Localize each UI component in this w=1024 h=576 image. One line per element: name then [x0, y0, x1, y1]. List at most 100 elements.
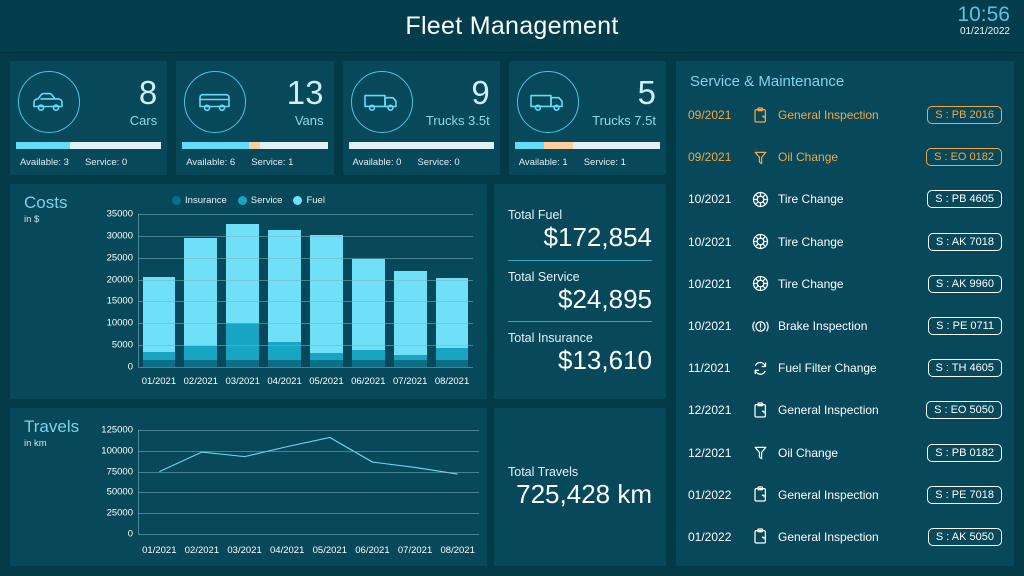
vehicle-plate-badge[interactable]: S : AK 5050: [928, 528, 1002, 546]
fuel-filter-icon: [750, 360, 770, 377]
travels-panel: Travels in km 02500050000750001000001250…: [10, 408, 666, 566]
legend-item[interactable]: Service: [238, 195, 283, 206]
total-label: Total Service: [508, 270, 652, 284]
vehicle-plate-badge[interactable]: S : PB 2016: [927, 106, 1002, 124]
kpi-footer: Available: 6 Service: 1: [176, 149, 333, 175]
kpi-card[interactable]: 8 Cars Available: 3 Service: 0: [10, 61, 167, 175]
kpi-card[interactable]: 5 Trucks 7.5t Available: 1 Service: 1: [509, 61, 666, 175]
service-list-item[interactable]: 12/2021 General Inspection S : EO 5050: [688, 389, 1002, 431]
vehicle-plate-badge[interactable]: S : EO 5050: [926, 401, 1002, 419]
service-list-item[interactable]: 10/2021 Tire Change S : AK 7018: [688, 221, 1002, 263]
vehicle-plate-badge[interactable]: S : AK 7018: [928, 233, 1002, 251]
bar-segment-fuel: [268, 230, 301, 342]
kpi-available-label: Available: 0: [353, 157, 402, 168]
vehicle-plate-badge[interactable]: S : PB 0182: [927, 444, 1002, 462]
bar-segment-fuel: [143, 277, 176, 353]
legend-label: Fuel: [306, 195, 324, 206]
total-value: $13,610: [508, 346, 652, 375]
x-axis-tick-label: 08/2021: [436, 545, 479, 556]
vehicle-plate-badge[interactable]: S : AK 9960: [928, 275, 1002, 293]
kpi-available-label: Available: 6: [186, 157, 235, 168]
travels-totals: Total Travels 725,428 km: [494, 408, 666, 566]
service-list-item[interactable]: 09/2021 Oil Change S : EO 0182: [688, 136, 1002, 178]
kpi-card[interactable]: 9 Trucks 3.5t Available: 0 Service: 0: [343, 61, 500, 175]
bar-segment-insurance: [352, 360, 385, 367]
bar-slot[interactable]: [431, 214, 473, 367]
gridline: [138, 534, 479, 535]
kpi-card-row: 8 Cars Available: 3 Service: 0 13 Vans: [10, 61, 666, 175]
bar-slot[interactable]: [180, 214, 222, 367]
y-axis-tick-label: 50000: [107, 487, 133, 498]
bar-segment-fuel: [394, 271, 427, 355]
travels-subtitle: in km: [24, 438, 79, 449]
legend-item[interactable]: Insurance: [172, 195, 227, 206]
y-axis-tick-label: 75000: [107, 466, 133, 477]
kpi-numbers: 13 Vans: [252, 76, 323, 127]
service-list-item[interactable]: 11/2021 Fuel Filter Change S : TH 4605: [688, 347, 1002, 389]
gridline: [138, 345, 473, 346]
bar-segment-insurance: [394, 360, 427, 367]
costs-chart[interactable]: Costs in $ InsuranceServiceFuel 05000100…: [10, 184, 487, 399]
service-list-item[interactable]: 10/2021 Tire Change S : PB 4605: [688, 178, 1002, 220]
y-axis-tick-label: 25000: [107, 508, 133, 519]
vehicle-plate-badge[interactable]: S : PB 4605: [927, 190, 1002, 208]
kpi-service-label: Service: 0: [85, 157, 127, 168]
legend-item[interactable]: Fuel: [293, 195, 324, 206]
x-axis-tick-label: 02/2021: [181, 545, 224, 556]
stacked-bar: [394, 214, 427, 367]
clipboard-icon: [750, 486, 770, 503]
service-list-item[interactable]: 10/2021 Brake Inspection S : PE 0711: [688, 305, 1002, 347]
page-title: Fleet Management: [405, 12, 618, 41]
service-name: Tire Change: [778, 277, 920, 291]
gridline: [138, 492, 479, 493]
bar-segment-service: [352, 350, 385, 360]
clock-time: 10:56: [957, 4, 1010, 26]
vehicle-plate-badge[interactable]: S : PE 0711: [928, 317, 1002, 335]
total-travels-label: Total Travels: [508, 465, 652, 479]
x-axis-tick-label: 05/2021: [309, 545, 352, 556]
service-list-item[interactable]: 09/2021 General Inspection S : PB 2016: [688, 94, 1002, 136]
bar-slot[interactable]: [306, 214, 348, 367]
x-axis-tick-label: 06/2021: [347, 376, 389, 387]
kpi-card[interactable]: 13 Vans Available: 6 Service: 1: [176, 61, 333, 175]
service-name: Oil Change: [778, 446, 919, 460]
service-name: Fuel Filter Change: [778, 361, 920, 375]
service-list-item[interactable]: 12/2021 Oil Change S : PB 0182: [688, 432, 1002, 474]
total-value: $24,895: [508, 285, 652, 314]
kpi-service-label: Service: 1: [251, 157, 293, 168]
bar-slot[interactable]: [264, 214, 306, 367]
stacked-bar: [226, 214, 259, 367]
bar-slot[interactable]: [138, 214, 180, 367]
gridline: [138, 430, 479, 431]
right-column: Service & Maintenance 09/2021 General In…: [676, 61, 1014, 566]
costs-legend: Insurance Service Fuel: [10, 195, 487, 206]
travels-chart[interactable]: Travels in km 02500050000750001000001250…: [10, 408, 487, 566]
total-block: Total Insurance $13,610: [508, 321, 652, 381]
y-axis-tick-label: 5000: [112, 340, 133, 351]
kpi-main: 8 Cars: [10, 61, 167, 142]
service-list-item[interactable]: 01/2022 General Inspection S : PE 7018: [688, 474, 1002, 516]
x-axis-tick-label: 08/2021: [431, 376, 473, 387]
total-block: Total Fuel $172,854: [508, 208, 652, 258]
vehicle-plate-badge[interactable]: S : PE 7018: [927, 486, 1002, 504]
y-axis-tick-label: 20000: [107, 274, 133, 285]
vehicle-plate-badge[interactable]: S : TH 4605: [928, 359, 1003, 377]
tire-icon: [750, 275, 770, 292]
kpi-label: Trucks 3.5t: [419, 114, 490, 127]
bar-segment-fuel: [310, 235, 343, 353]
x-axis-tick-label: 05/2021: [306, 376, 348, 387]
service-name: Brake Inspection: [778, 319, 920, 333]
oil-funnel-icon: [750, 444, 770, 461]
tire-icon: [750, 191, 770, 208]
service-panel-title: Service & Maintenance: [690, 73, 1002, 90]
x-axis-tick-label: 07/2021: [394, 545, 437, 556]
bar-slot[interactable]: [389, 214, 431, 367]
bar-slot[interactable]: [222, 214, 264, 367]
service-list-item[interactable]: 10/2021 Tire Change S : AK 9960: [688, 263, 1002, 305]
bar-slot[interactable]: [347, 214, 389, 367]
vehicle-plate-badge[interactable]: S : EO 0182: [926, 148, 1002, 166]
service-date: 01/2022: [688, 488, 742, 502]
service-list-item[interactable]: 01/2022 General Inspection S : AK 5050: [688, 516, 1002, 558]
kpi-count: 9: [419, 76, 490, 109]
app-header: Fleet Management 10:56 01/21/2022: [0, 0, 1024, 53]
